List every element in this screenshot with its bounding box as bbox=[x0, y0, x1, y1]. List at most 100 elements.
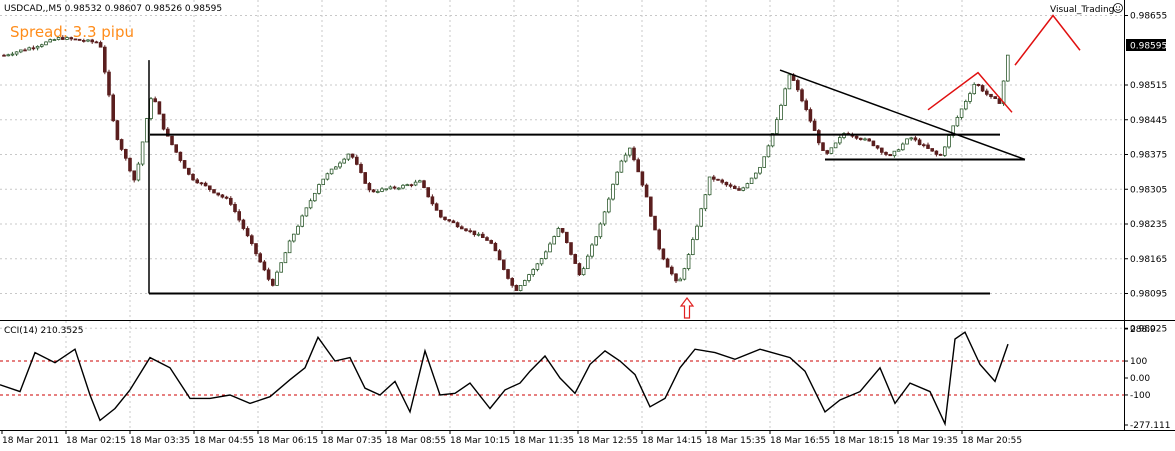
candle bbox=[2, 53, 6, 57]
candle bbox=[808, 107, 813, 123]
candle-body bbox=[287, 240, 292, 254]
candle-body bbox=[922, 144, 926, 147]
candle-body bbox=[308, 200, 313, 209]
candle-body bbox=[623, 154, 628, 162]
candle-body bbox=[103, 46, 107, 73]
time-label: 18 Mar 16:55 bbox=[770, 436, 830, 446]
candle bbox=[531, 268, 535, 277]
candle bbox=[838, 135, 842, 145]
candle bbox=[338, 161, 342, 170]
candle-body bbox=[959, 108, 964, 118]
candle-body bbox=[968, 93, 972, 102]
chart-window[interactable]: 0.98655 0.98515 0.98445 0.98375 0.98305 0.982… bbox=[0, 0, 1175, 451]
time-label: 18 Mar 2011 bbox=[2, 436, 59, 446]
candle-body bbox=[300, 215, 304, 227]
candle-body bbox=[44, 41, 48, 46]
candle-body bbox=[821, 142, 825, 151]
candle bbox=[380, 187, 384, 193]
candle-body bbox=[174, 144, 179, 153]
candle-body bbox=[254, 243, 258, 255]
candle bbox=[985, 88, 989, 97]
candle bbox=[762, 156, 766, 168]
candle-body bbox=[124, 148, 128, 159]
candle bbox=[938, 153, 943, 156]
candle bbox=[657, 228, 661, 251]
candle bbox=[132, 170, 137, 183]
candle-body bbox=[203, 182, 208, 187]
candle bbox=[653, 215, 657, 231]
candle-body bbox=[649, 196, 653, 217]
candle-body bbox=[934, 150, 939, 155]
watermark-label: Visual_Trading bbox=[1050, 5, 1114, 15]
cci-header: CCI(14) 210.3525 bbox=[4, 326, 84, 336]
candle bbox=[909, 136, 913, 141]
candle bbox=[203, 181, 208, 187]
candle-body bbox=[472, 230, 477, 236]
candle bbox=[27, 46, 31, 51]
candle bbox=[468, 228, 472, 234]
candle bbox=[854, 135, 859, 140]
candle-body bbox=[422, 180, 426, 188]
chart-canvas[interactable]: 0.98655 0.98515 0.98445 0.98375 0.98305 0.982… bbox=[0, 0, 1175, 451]
candle-body bbox=[111, 94, 116, 122]
candle bbox=[18, 49, 23, 54]
candle-body bbox=[170, 135, 174, 146]
candle bbox=[594, 235, 598, 246]
candle bbox=[586, 254, 590, 270]
candle bbox=[674, 273, 678, 284]
candle bbox=[922, 143, 926, 148]
candle bbox=[749, 177, 754, 184]
candle bbox=[367, 181, 372, 193]
candle-body bbox=[716, 178, 720, 181]
candle bbox=[220, 193, 225, 199]
candle-body bbox=[569, 242, 573, 255]
candle-body bbox=[779, 104, 783, 121]
time-label: 18 Mar 12:55 bbox=[578, 436, 638, 446]
candle-body bbox=[266, 269, 271, 280]
candle bbox=[745, 182, 750, 189]
candle-body bbox=[283, 252, 288, 264]
candle bbox=[867, 138, 871, 142]
candle-body bbox=[670, 266, 674, 275]
candle-body bbox=[493, 242, 498, 252]
candle-body bbox=[657, 229, 661, 250]
candle bbox=[354, 154, 359, 166]
candle bbox=[413, 179, 418, 187]
candle bbox=[930, 148, 934, 152]
candle-body bbox=[989, 93, 993, 98]
candle-body bbox=[980, 85, 985, 92]
candle-body bbox=[976, 83, 981, 86]
candle bbox=[800, 88, 804, 103]
candle bbox=[409, 183, 414, 188]
candle bbox=[598, 222, 603, 239]
price-label: 0.98655 bbox=[1130, 12, 1167, 22]
candle-body bbox=[825, 150, 829, 154]
smiley-icon bbox=[1113, 3, 1123, 13]
candle bbox=[434, 202, 439, 211]
candle-body bbox=[611, 183, 615, 200]
candle-body bbox=[754, 172, 758, 179]
candle-body bbox=[291, 233, 296, 242]
candle-body bbox=[363, 172, 367, 184]
candle-body bbox=[258, 253, 262, 263]
candle-body bbox=[905, 138, 909, 145]
candle bbox=[934, 150, 939, 157]
candle bbox=[581, 266, 586, 276]
price-label: 0.98515 bbox=[1130, 81, 1167, 91]
candle-body bbox=[838, 137, 842, 144]
candle bbox=[228, 196, 233, 207]
candle bbox=[430, 194, 435, 206]
candle bbox=[611, 183, 615, 201]
candle-body bbox=[212, 189, 216, 194]
time-label: 18 Mar 04:55 bbox=[194, 436, 254, 446]
cci-label: 0.00 bbox=[1130, 374, 1150, 384]
candle-body bbox=[691, 239, 695, 255]
candle-body bbox=[426, 187, 430, 198]
candle-body bbox=[901, 143, 905, 151]
candle bbox=[993, 96, 997, 99]
candle bbox=[833, 142, 838, 149]
candle bbox=[964, 99, 968, 111]
candle bbox=[703, 193, 708, 212]
candle-body bbox=[787, 74, 792, 90]
candle bbox=[233, 202, 237, 214]
